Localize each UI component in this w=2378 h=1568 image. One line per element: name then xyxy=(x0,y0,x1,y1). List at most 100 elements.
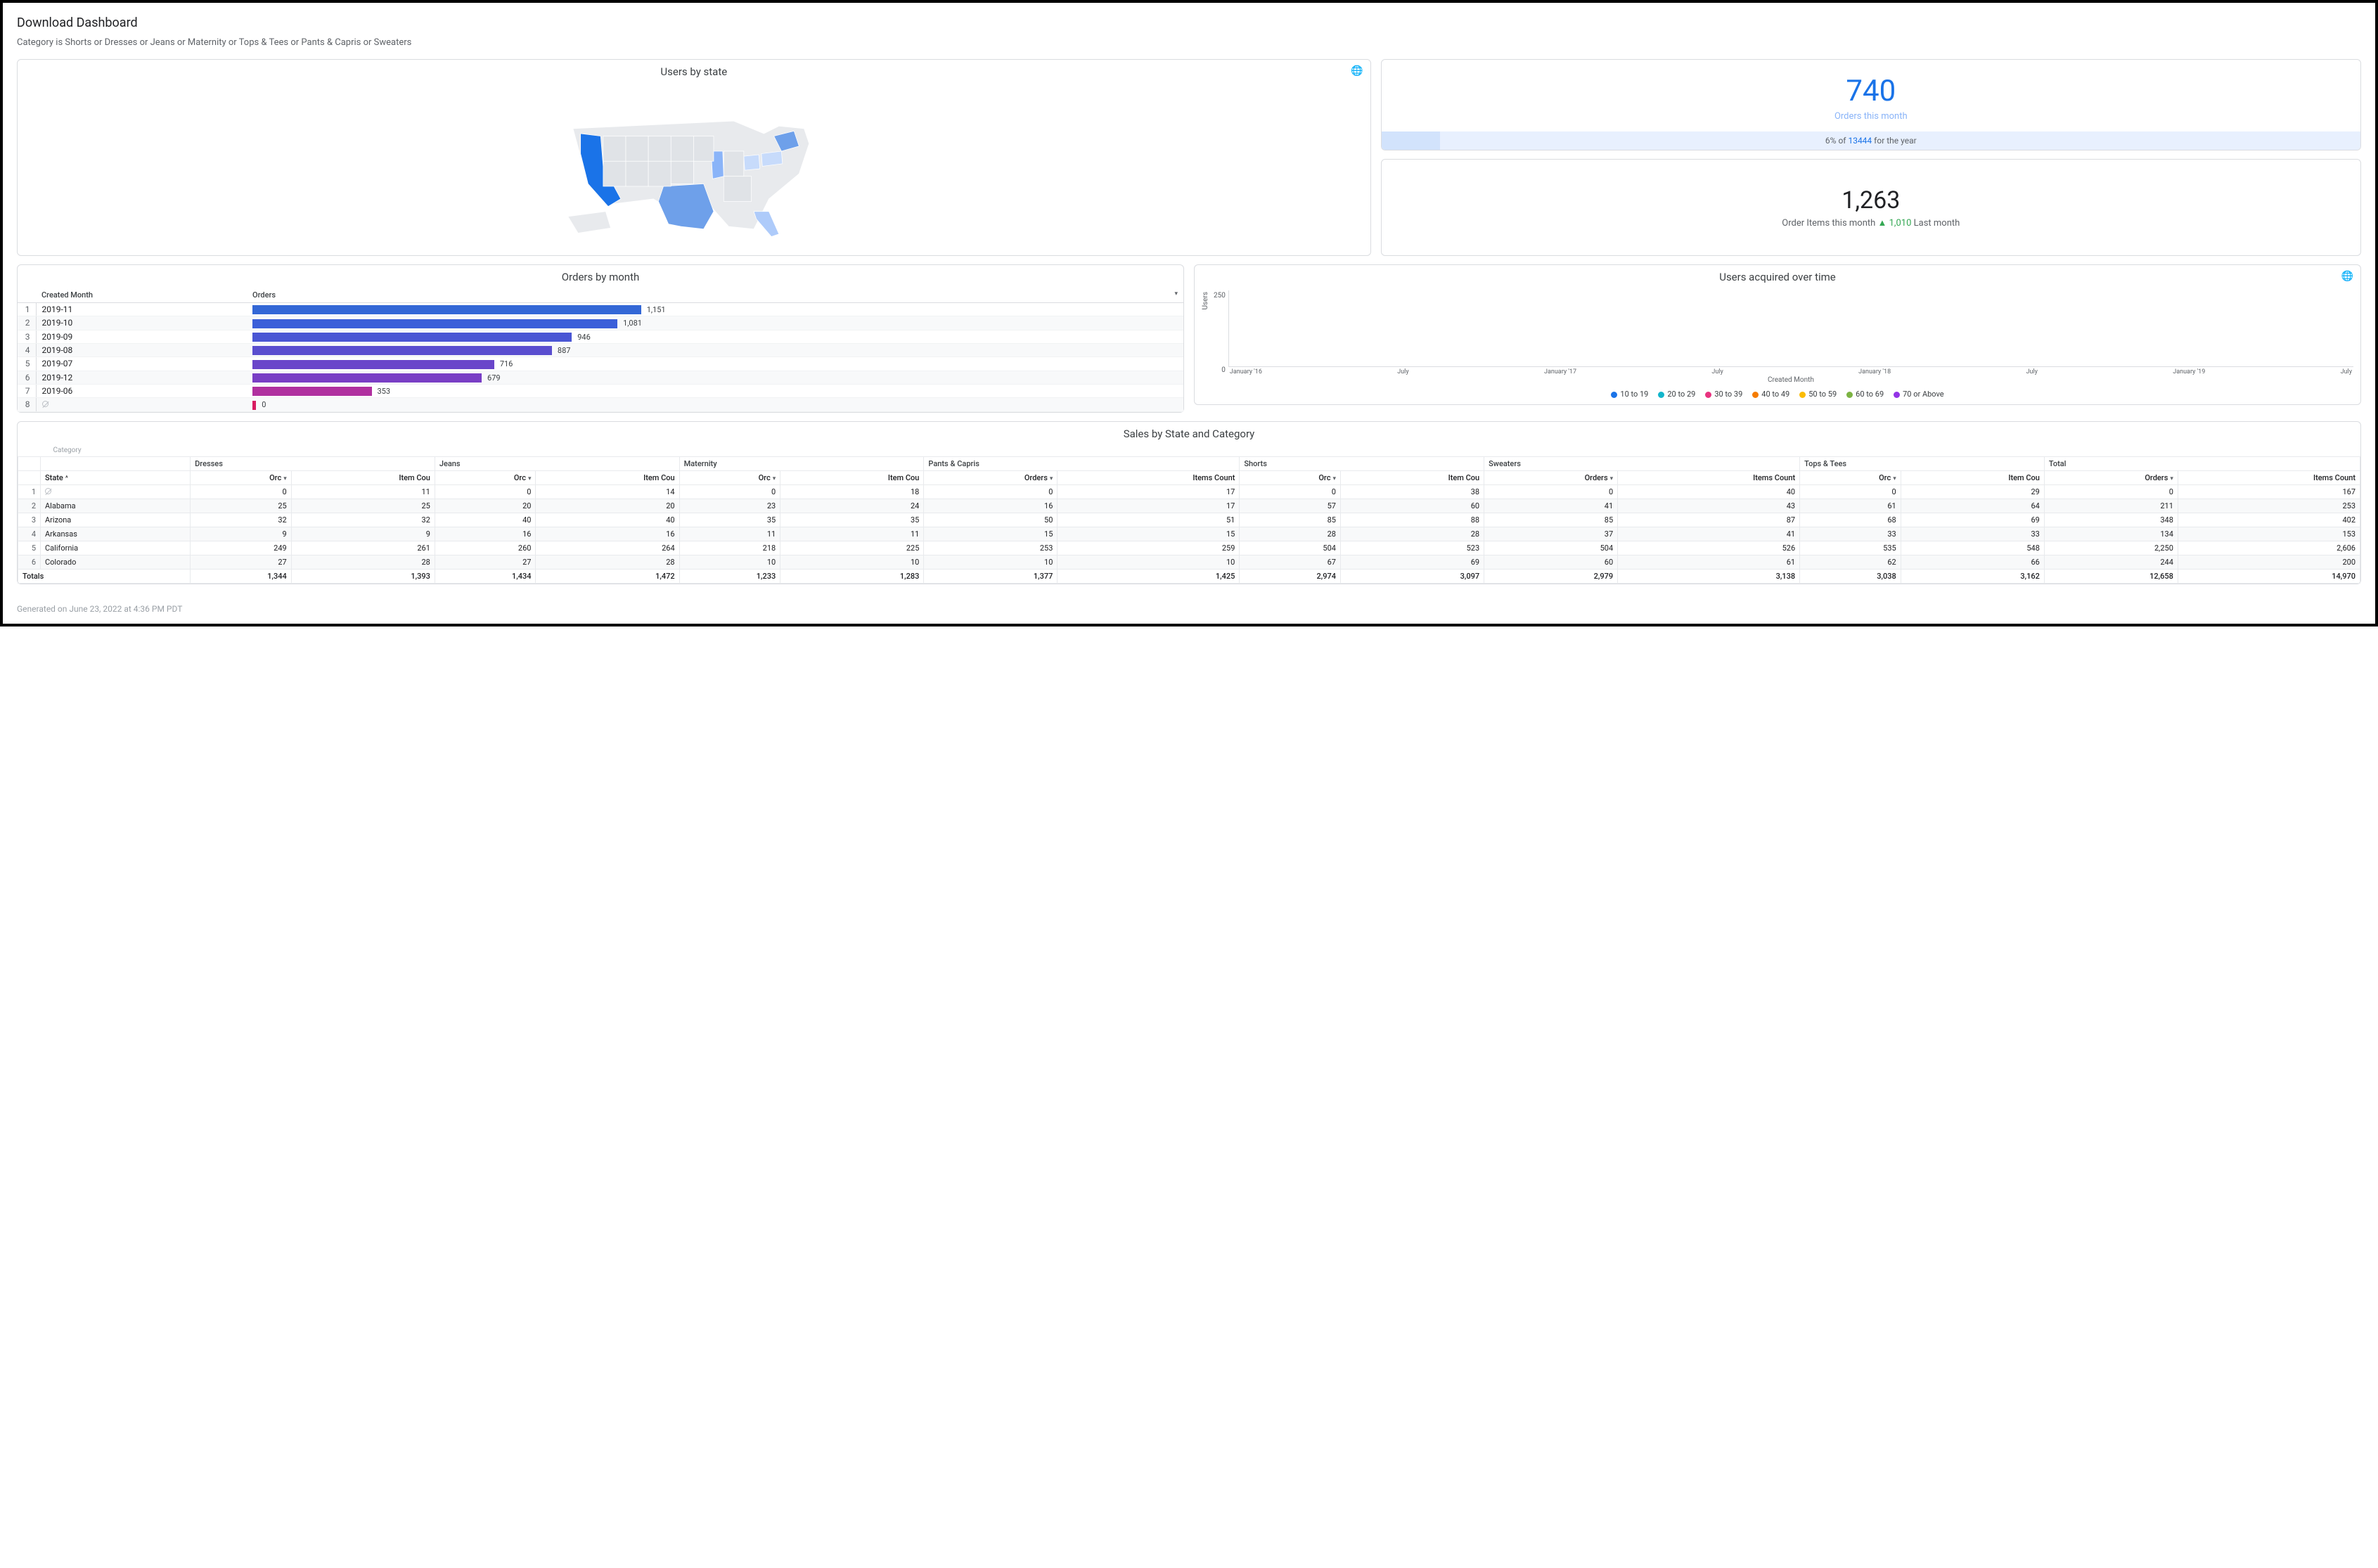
items-col[interactable]: Items Count xyxy=(1058,470,1240,484)
row-index: 4 xyxy=(18,343,36,356)
totals-label: Totals xyxy=(18,569,191,583)
items-kpi-delta: ▲ 1,010 xyxy=(1878,218,1912,229)
row-index: 5 xyxy=(18,357,36,371)
us-map[interactable] xyxy=(18,82,1370,255)
state-cell[interactable]: Arizona xyxy=(41,513,191,527)
orders-col[interactable]: Orders▾ xyxy=(2044,470,2178,484)
globe-icon: 🌐 xyxy=(1351,65,1363,77)
month-cell[interactable]: 2019-06 xyxy=(36,384,247,397)
orders-bar-cell[interactable]: 0 xyxy=(247,398,1183,411)
table-row[interactable]: 2Alabama25252020232416175760414361642112… xyxy=(18,499,2360,513)
items-col[interactable]: Item Cou xyxy=(780,470,924,484)
orders-this-month-card: 740 Orders this month 6% of 13444 for th… xyxy=(1381,59,2361,150)
orders-col[interactable]: Orc▾ xyxy=(191,470,292,484)
month-cell[interactable]: 2019-12 xyxy=(36,371,247,384)
row-index: 7 xyxy=(18,384,36,397)
footer-timestamp: Generated on June 23, 2022 at 4:36 PM PD… xyxy=(17,604,2361,614)
state-cell[interactable]: Alabama xyxy=(41,499,191,513)
orders-kpi-label: Orders this month xyxy=(1834,111,1908,122)
legend-item: 30 to 39 xyxy=(1705,390,1742,399)
state-cell[interactable]: Colorado xyxy=(41,555,191,569)
category-header[interactable]: Total xyxy=(2044,456,2360,470)
order-items-card: 1,263 Order Items this month ▲ 1,010 Las… xyxy=(1381,159,2361,256)
items-kpi-label: Order Items this month xyxy=(1782,218,1875,229)
items-col[interactable]: Items Count xyxy=(2178,470,2360,484)
orders-bar-cell[interactable]: 946 xyxy=(247,330,1183,343)
items-col[interactable]: Item Cou xyxy=(1340,470,1484,484)
filter-description: Category is Shorts or Dresses or Jeans o… xyxy=(17,37,2361,48)
month-cell[interactable]: 2019-11 xyxy=(36,303,247,316)
null-icon xyxy=(42,401,49,407)
orders-bar-cell[interactable]: 716 xyxy=(247,357,1183,371)
map-title: Users by state xyxy=(18,60,1370,82)
row-index: 3 xyxy=(18,330,36,343)
category-label: Category xyxy=(18,444,2360,457)
globe-icon: 🌐 xyxy=(2341,271,2353,282)
month-cell[interactable] xyxy=(36,398,247,411)
orders-bar-cell[interactable]: 1,081 xyxy=(247,316,1183,330)
category-header[interactable]: Sweaters xyxy=(1484,456,1800,470)
row-index: 1 xyxy=(18,303,36,316)
orders-kpi-value: 740 xyxy=(1846,74,1896,108)
category-header[interactable]: Jeans xyxy=(435,456,679,470)
x-axis-label: Created Month xyxy=(1228,376,2353,384)
orders-by-month-card: Orders by month Created Month Orders▾ 1 … xyxy=(17,264,1184,413)
category-header[interactable]: Dresses xyxy=(191,456,435,470)
orders-col[interactable]: Orc▾ xyxy=(679,470,780,484)
orders-pct: 6% xyxy=(1825,136,1837,146)
users-over-time-chart[interactable] xyxy=(1228,290,2353,367)
orders-col[interactable]: Orc▾ xyxy=(1800,470,1901,484)
row-index: 2 xyxy=(18,316,36,330)
table-row[interactable]: 5California24926126026421822525325950452… xyxy=(18,541,2360,555)
users-acquired-title: Users acquired over time xyxy=(1195,265,2360,288)
table-row[interactable]: 3Arizona32324040353550518588858768693484… xyxy=(18,513,2360,527)
orders-bar-cell[interactable]: 1,151 xyxy=(247,303,1183,316)
legend-item: 50 to 59 xyxy=(1799,390,1837,399)
sales-title: Sales by State and Category xyxy=(18,422,2360,444)
category-header[interactable]: Pants & Capris xyxy=(924,456,1240,470)
orders-col[interactable]: Orc▾ xyxy=(1240,470,1341,484)
items-col[interactable]: Item Cou xyxy=(536,470,679,484)
category-header[interactable]: Maternity xyxy=(679,456,924,470)
category-header[interactable]: Tops & Tees xyxy=(1800,456,2045,470)
items-col[interactable]: Items Count xyxy=(1618,470,1800,484)
chevron-down-icon: ▾ xyxy=(1174,290,1178,297)
legend-item: 40 to 49 xyxy=(1752,390,1789,399)
items-col[interactable]: Item Cou xyxy=(1901,470,2044,484)
table-row[interactable]: 4Arkansas9916161111151528283741333313415… xyxy=(18,527,2360,541)
users-over-time-legend: 10 to 19 20 to 29 30 to 39 40 to 49 50 to 59… xyxy=(1195,385,2360,404)
legend-item: 20 to 29 xyxy=(1658,390,1695,399)
month-cell[interactable]: 2019-10 xyxy=(36,316,247,330)
orders-col[interactable]: Orders▾ xyxy=(924,470,1058,484)
sales-by-state-card: Sales by State and Category Category Dre… xyxy=(17,421,2361,584)
orders-col[interactable]: Orc▾ xyxy=(435,470,536,484)
month-cell[interactable]: 2019-09 xyxy=(36,330,247,343)
items-col[interactable]: Item Cou xyxy=(291,470,435,484)
orders-progress-bar: 6% of 13444 for the year xyxy=(1382,131,2360,150)
state-header[interactable]: State^ xyxy=(41,470,191,484)
table-row[interactable]: 10110140180170380400290167 xyxy=(18,484,2360,499)
category-header[interactable]: Shorts xyxy=(1240,456,1484,470)
legend-item: 10 to 19 xyxy=(1611,390,1648,399)
orders-bar-cell[interactable]: 679 xyxy=(247,371,1183,384)
users-by-state-card: 🌐 Users by state xyxy=(17,59,1371,256)
legend-item: 60 to 69 xyxy=(1846,390,1884,399)
month-cell[interactable]: 2019-07 xyxy=(36,357,247,371)
users-acquired-card: 🌐 Users acquired over time Users 2500 Ja… xyxy=(1194,264,2361,405)
items-kpi-value: 1,263 xyxy=(1842,186,1900,214)
table-row[interactable]: 6Colorado2728272810101010676960616266244… xyxy=(18,555,2360,569)
state-cell[interactable]: Arkansas xyxy=(41,527,191,541)
month-cell[interactable]: 2019-08 xyxy=(36,343,247,356)
state-cell[interactable]: California xyxy=(41,541,191,555)
orders-bar-cell[interactable]: 353 xyxy=(247,384,1183,397)
sales-table: Category DressesJeansMaternityPants & Ca… xyxy=(18,444,2360,584)
col-orders[interactable]: Orders▾ xyxy=(247,288,1183,303)
orders-year-total: 13444 xyxy=(1848,136,1872,146)
orders-col[interactable]: Orders▾ xyxy=(1484,470,1618,484)
page-title: Download Dashboard xyxy=(17,15,2361,30)
state-cell[interactable] xyxy=(41,484,191,499)
col-created-month[interactable]: Created Month xyxy=(36,288,247,303)
row-index: 6 xyxy=(18,371,36,384)
row-index: 8 xyxy=(18,398,36,411)
orders-bar-cell[interactable]: 887 xyxy=(247,343,1183,356)
